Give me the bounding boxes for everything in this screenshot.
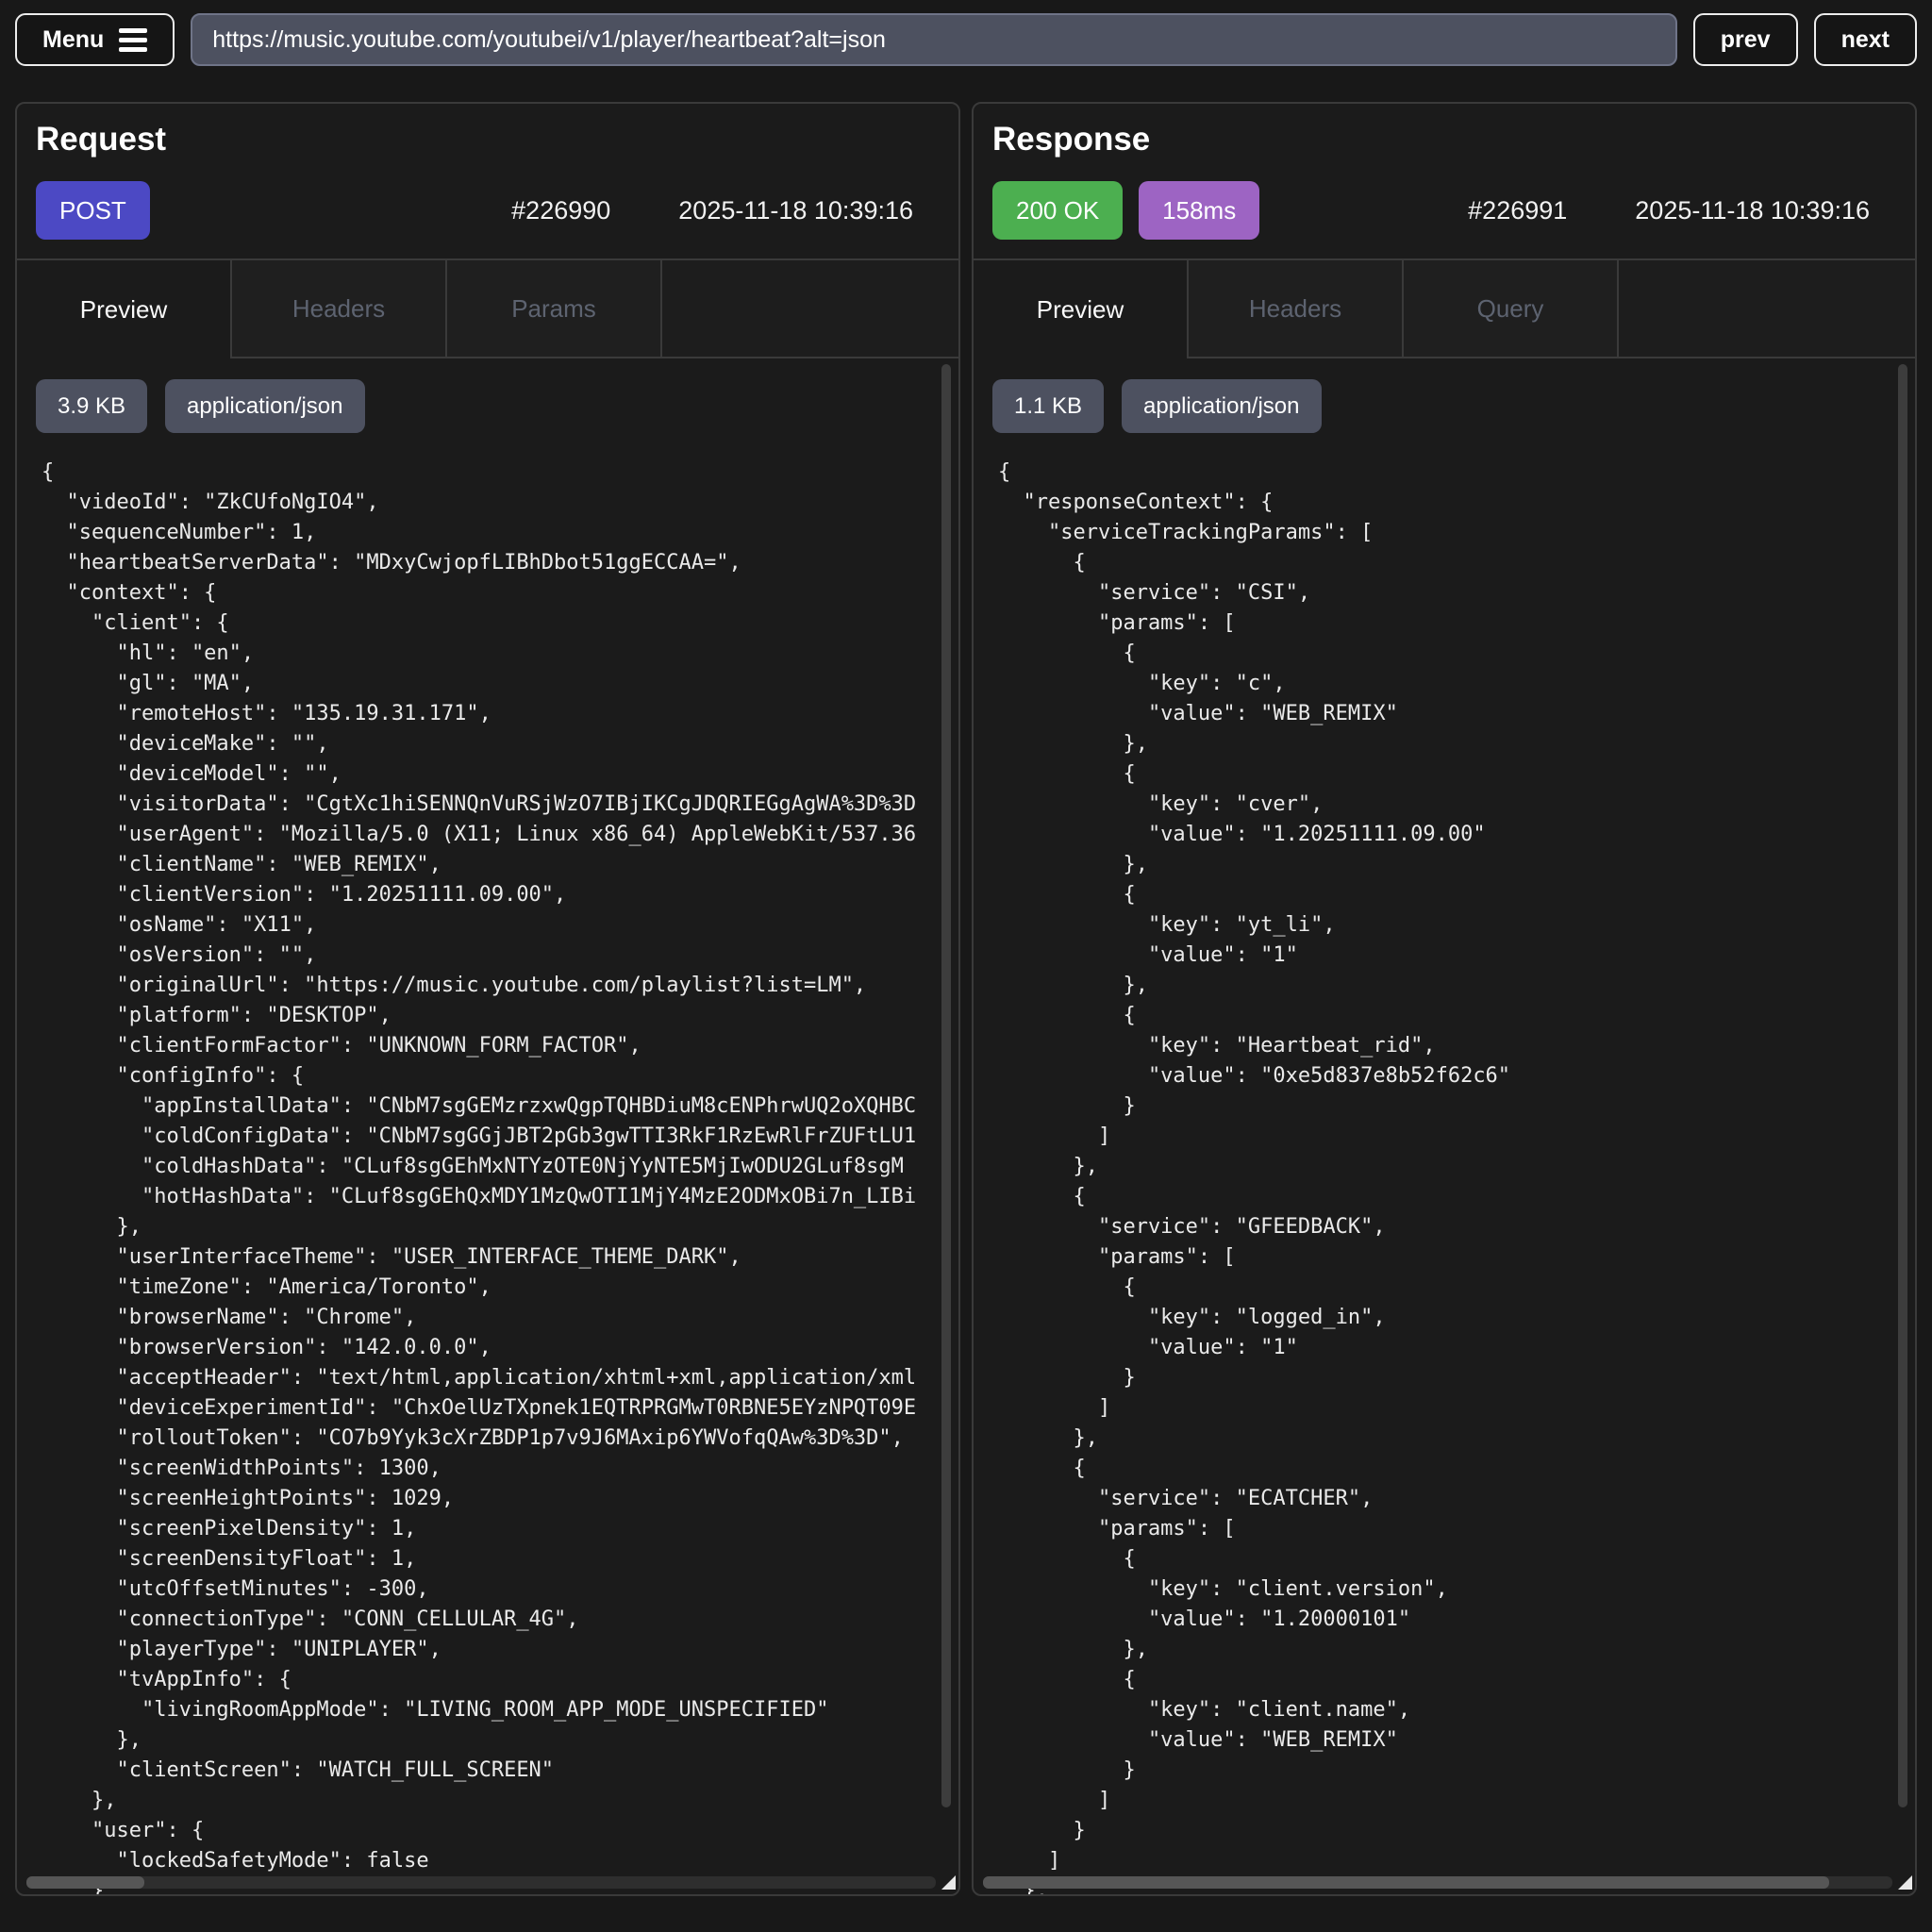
- request-id: #226990: [511, 196, 610, 225]
- response-horizontal-scrollbar-thumb[interactable]: [983, 1876, 1829, 1889]
- request-header: Request POST #226990 2025-11-18 10:39:16: [17, 104, 958, 258]
- request-tab-params[interactable]: Params: [447, 260, 662, 358]
- request-tab-headers[interactable]: Headers: [232, 260, 447, 358]
- request-horizontal-scrollbar-thumb[interactable]: [26, 1876, 144, 1889]
- response-badge-row: 1.1 KB application/json: [974, 358, 1915, 433]
- request-method-badge: POST: [36, 181, 150, 240]
- response-tab-headers[interactable]: Headers: [1189, 260, 1404, 358]
- response-vertical-scrollbar[interactable]: [1898, 364, 1907, 1807]
- response-resize-grip-icon[interactable]: [1898, 1875, 1912, 1890]
- request-content: 3.9 KB application/json { "videoId": "Zk…: [17, 358, 958, 1894]
- request-panel: Request POST #226990 2025-11-18 10:39:16…: [15, 102, 960, 1896]
- response-status-badge: 200 OK: [992, 181, 1123, 240]
- request-horizontal-scrollbar-track[interactable]: [26, 1876, 936, 1889]
- top-bar: Menu prev next: [0, 0, 1932, 66]
- request-tab-preview[interactable]: Preview: [17, 260, 232, 358]
- request-content-type-badge: application/json: [165, 379, 364, 433]
- response-meta-row: 200 OK 158ms #226991 2025-11-18 10:39:16: [992, 181, 1896, 258]
- request-tab-row: Preview Headers Params: [17, 258, 958, 358]
- response-json-body: { "responseContext": { "serviceTrackingP…: [974, 458, 1915, 1894]
- prev-button-label: prev: [1721, 26, 1771, 54]
- prev-button[interactable]: prev: [1693, 13, 1798, 66]
- response-tab-preview[interactable]: Preview: [974, 260, 1189, 358]
- response-timestamp: 2025-11-18 10:39:16: [1635, 196, 1870, 225]
- menu-button-label: Menu: [42, 26, 104, 54]
- next-button-label: next: [1841, 26, 1890, 54]
- request-resize-grip-icon[interactable]: [941, 1875, 956, 1890]
- response-panel: Response 200 OK 158ms #226991 2025-11-18…: [972, 102, 1917, 1896]
- hamburger-icon: [119, 28, 147, 52]
- request-vertical-scrollbar[interactable]: [941, 364, 951, 1807]
- request-json-body: { "videoId": "ZkCUfoNgIO4", "sequenceNum…: [17, 458, 958, 1894]
- response-tab-row: Preview Headers Query: [974, 258, 1915, 358]
- next-button[interactable]: next: [1814, 13, 1917, 66]
- request-badge-row: 3.9 KB application/json: [17, 358, 958, 433]
- response-size-badge: 1.1 KB: [992, 379, 1104, 433]
- response-content: 1.1 KB application/json { "responseConte…: [974, 358, 1915, 1894]
- response-tab-filler: [1619, 260, 1915, 358]
- request-size-badge: 3.9 KB: [36, 379, 147, 433]
- response-horizontal-scrollbar-track[interactable]: [983, 1876, 1892, 1889]
- panels-container: Request POST #226990 2025-11-18 10:39:16…: [0, 66, 1932, 1896]
- response-tab-query[interactable]: Query: [1404, 260, 1619, 358]
- response-header: Response 200 OK 158ms #226991 2025-11-18…: [974, 104, 1915, 258]
- request-timestamp: 2025-11-18 10:39:16: [678, 196, 913, 225]
- response-content-type-badge: application/json: [1122, 379, 1321, 433]
- url-input[interactable]: [191, 13, 1677, 66]
- request-title: Request: [36, 121, 940, 158]
- response-id: #226991: [1468, 196, 1567, 225]
- response-time-badge: 158ms: [1139, 181, 1259, 240]
- menu-button[interactable]: Menu: [15, 13, 175, 66]
- request-tab-filler: [662, 260, 958, 358]
- response-title: Response: [992, 121, 1896, 158]
- request-meta-row: POST #226990 2025-11-18 10:39:16: [36, 181, 940, 258]
